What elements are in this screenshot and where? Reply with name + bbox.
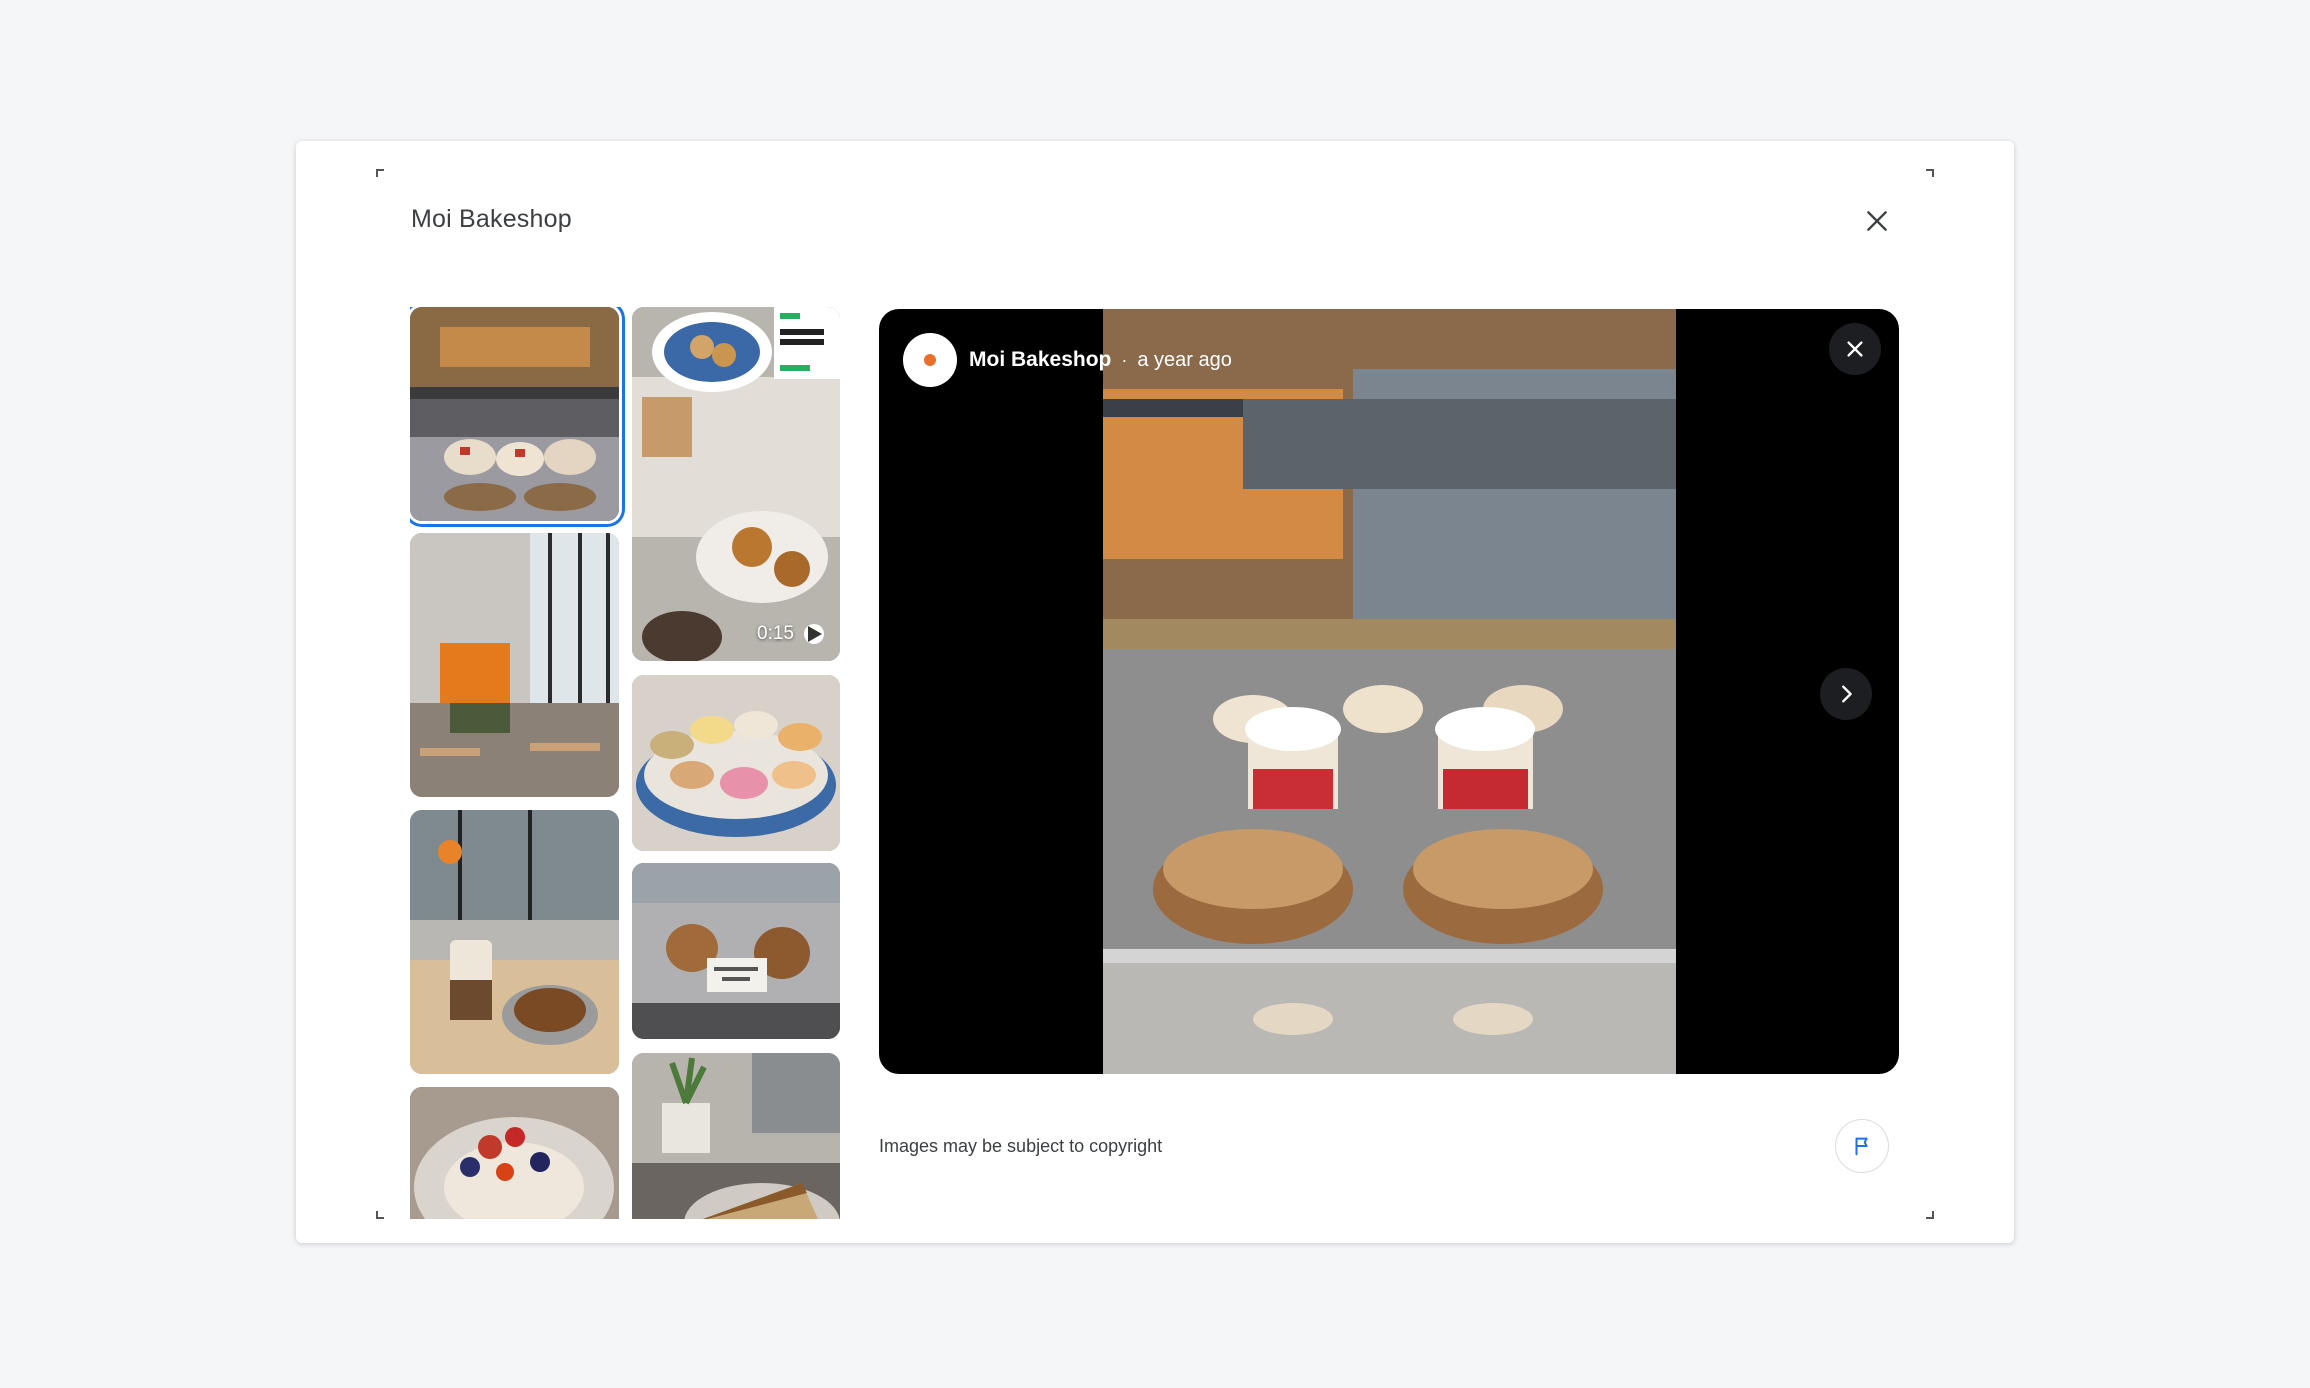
copyright-notice: Images may be subject to copyright [879,1136,1163,1156]
close-icon [1867,211,1887,231]
play-icon [804,624,824,644]
cookies-image [632,307,840,661]
thumbnail-cookies-video[interactable]: 0:15 [632,307,840,661]
thumbnail-interior[interactable] [410,533,619,797]
display-case-image [410,307,619,521]
dialog-title: Moi Bakeshop [411,205,572,233]
thumbnail-grid: 0:15 [410,307,840,1219]
thumbnail-coffee[interactable] [410,810,619,1074]
chevron-right-icon [1842,685,1852,703]
next-photo-button[interactable] [1820,668,1872,720]
thumbnail-display-label[interactable] [632,863,840,1039]
photo-viewer: Moi Bakeshop · a year ago [879,309,1899,1074]
video-badge: 0:15 [757,623,824,645]
corner-mark [376,169,384,177]
interior-image [410,533,619,797]
thumbnail-cheesecake[interactable] [632,1053,840,1219]
photo-attribution: Moi Bakeshop · a year ago [903,333,1232,387]
thumbnail-display-case[interactable] [410,307,619,521]
corner-mark [1926,169,1934,177]
separator-dot: · [1121,349,1128,370]
cheesecake-image [632,1053,840,1219]
photo-date: a year ago [1137,348,1232,371]
video-duration: 0:15 [757,623,794,644]
thumbnail-berry-tart[interactable] [410,1087,619,1219]
author-name[interactable]: Moi Bakeshop [969,348,1111,372]
photo-dialog: Moi Bakeshop 0:15 Moi Bakeshop · a year … [296,141,2014,1243]
viewer-close-button[interactable] [1829,323,1881,375]
report-button[interactable] [1835,1119,1889,1173]
berry-tart-image [410,1087,619,1219]
corner-mark [1926,1211,1934,1219]
coffee-image [410,810,619,1074]
flag-icon [1855,1137,1868,1156]
logo-icon [924,354,936,366]
corner-mark [376,1211,384,1219]
main-photo[interactable] [1103,309,1676,1074]
display-label-image [632,863,840,1039]
close-icon [1847,341,1863,357]
dialog-close-button[interactable] [1856,200,1898,242]
thumbnail-macarons[interactable] [632,675,840,851]
avatar[interactable] [903,333,957,387]
pastry-case-photo [1103,309,1676,1074]
macarons-image [632,675,840,851]
